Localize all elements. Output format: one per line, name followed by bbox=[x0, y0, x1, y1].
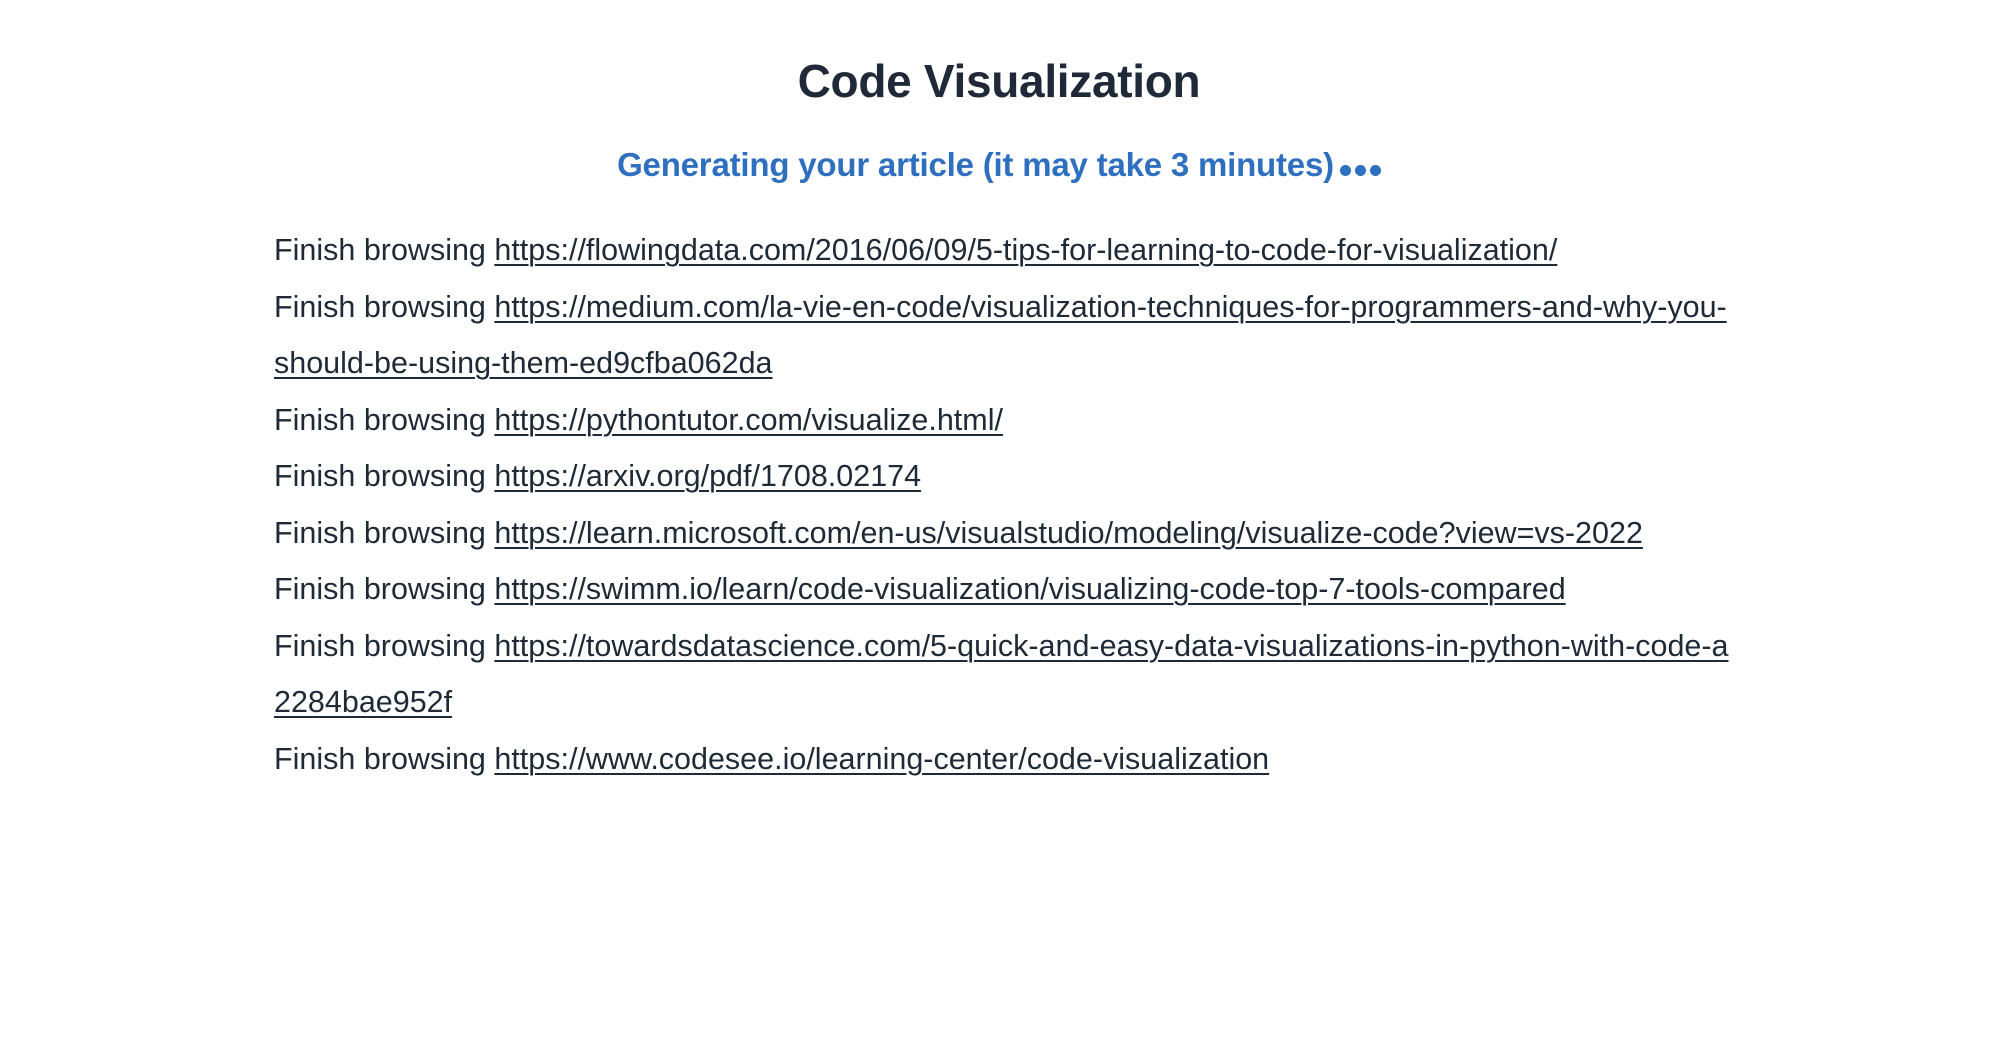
browsing-log-item: Finish browsing https://pythontutor.com/… bbox=[274, 392, 1729, 449]
browsing-log-prefix: Finish browsing bbox=[274, 459, 495, 493]
browsing-log-list: Finish browsing https://flowingdata.com/… bbox=[274, 222, 1729, 787]
browsing-log-url-link[interactable]: https://pythontutor.com/visualize.html/ bbox=[494, 403, 1003, 437]
browsing-log-prefix: Finish browsing bbox=[274, 741, 495, 776]
browsing-log-prefix: Finish browsing bbox=[274, 515, 495, 550]
browsing-log-url-link[interactable]: https://swimm.io/learn/code-visualizatio… bbox=[494, 572, 1565, 606]
browsing-log-item: Finish browsing https://medium.com/la-vi… bbox=[274, 279, 1729, 392]
browsing-log-prefix: Finish browsing bbox=[274, 572, 495, 606]
browsing-log-url-link[interactable]: https://arxiv.org/pdf/1708.02174 bbox=[494, 459, 921, 493]
page-container: Code Visualization Generating your artic… bbox=[0, 0, 1998, 1056]
browsing-log-item: Finish browsing https://arxiv.org/pdf/17… bbox=[274, 448, 1729, 505]
browsing-log-prefix: Finish browsing bbox=[274, 402, 495, 437]
status-label: Generating your article (it may take 3 m… bbox=[617, 145, 1334, 183]
loading-dots-icon bbox=[1339, 163, 1381, 181]
browsing-log-item: Finish browsing https://learn.microsoft.… bbox=[274, 505, 1729, 562]
page-title: Code Visualization bbox=[797, 55, 1201, 107]
browsing-log-item: Finish browsing https://www.codesee.io/l… bbox=[274, 731, 1729, 788]
browsing-log-prefix: Finish browsing bbox=[274, 233, 495, 267]
browsing-log-url-link[interactable]: https://learn.microsoft.com/en-us/visual… bbox=[494, 516, 1643, 550]
generation-status: Generating your article (it may take 3 m… bbox=[0, 146, 1998, 184]
browsing-log-url-link[interactable]: https://flowingdata.com/2016/06/09/5-tip… bbox=[494, 233, 1557, 267]
browsing-log-prefix: Finish browsing bbox=[274, 628, 495, 663]
browsing-log-url-link[interactable]: https://www.codesee.io/learning-center/c… bbox=[494, 742, 1269, 776]
browsing-log-item: Finish browsing https://swimm.io/learn/c… bbox=[274, 561, 1729, 618]
browsing-log-item: Finish browsing https://flowingdata.com/… bbox=[274, 222, 1729, 279]
browsing-log-prefix: Finish browsing bbox=[274, 289, 495, 324]
browsing-log-item: Finish browsing https://towardsdatascien… bbox=[274, 618, 1729, 731]
